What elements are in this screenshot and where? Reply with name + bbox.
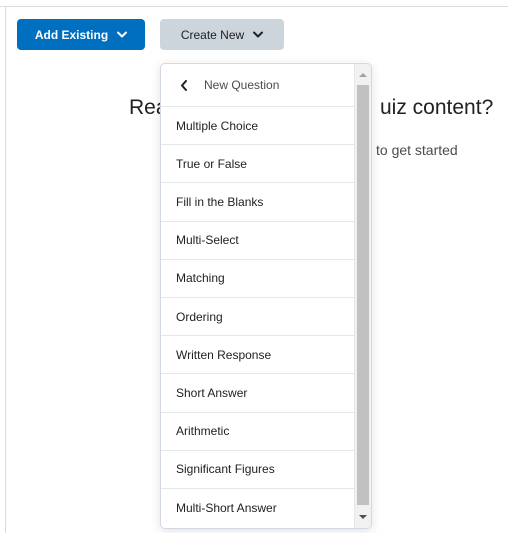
menu-item-written-response[interactable]: Written Response <box>161 336 355 375</box>
empty-state-subtext: to get started <box>376 142 458 158</box>
menu-item-fill-in-the-blanks[interactable]: Fill in the Blanks <box>161 183 355 222</box>
add-existing-label: Add Existing <box>34 27 109 42</box>
menu-item-multiple-choice[interactable]: Multiple Choice <box>161 107 355 146</box>
quiz-builder-page: Add Existing Create New Rea uiz content?… <box>0 0 508 533</box>
menu-header-label: New Question <box>204 78 280 92</box>
add-existing-button[interactable]: Add Existing <box>17 19 145 50</box>
menu-list: New Question Multiple Choice True or Fal… <box>161 64 355 527</box>
menu-item-multi-short-answer[interactable]: Multi-Short Answer <box>161 489 355 527</box>
menu-item-ordering[interactable]: Ordering <box>161 298 355 337</box>
top-divider <box>0 6 508 7</box>
menu-item-significant-figures[interactable]: Significant Figures <box>161 451 355 489</box>
create-new-button[interactable]: Create New <box>160 19 284 50</box>
menu-scrollbar[interactable] <box>354 64 371 528</box>
chevron-down-icon <box>253 31 264 38</box>
left-divider <box>5 6 6 533</box>
menu-item-matching[interactable]: Matching <box>161 260 355 298</box>
menu-item-multi-select[interactable]: Multi-Select <box>161 222 355 260</box>
new-question-menu: New Question Multiple Choice True or Fal… <box>160 63 372 529</box>
scroll-up-arrow-icon[interactable] <box>359 73 367 77</box>
menu-item-arithmetic[interactable]: Arithmetic <box>161 413 355 451</box>
menu-back-header[interactable]: New Question <box>161 64 355 107</box>
scroll-thumb[interactable] <box>357 85 369 505</box>
scroll-down-arrow-icon[interactable] <box>359 515 367 519</box>
menu-item-true-or-false[interactable]: True or False <box>161 145 355 184</box>
empty-state-heading-right: uiz content? <box>380 96 494 119</box>
chevron-left-icon[interactable] <box>176 79 192 91</box>
menu-item-short-answer[interactable]: Short Answer <box>161 374 355 413</box>
chevron-down-icon <box>117 31 128 38</box>
create-new-label: Create New <box>180 27 245 42</box>
